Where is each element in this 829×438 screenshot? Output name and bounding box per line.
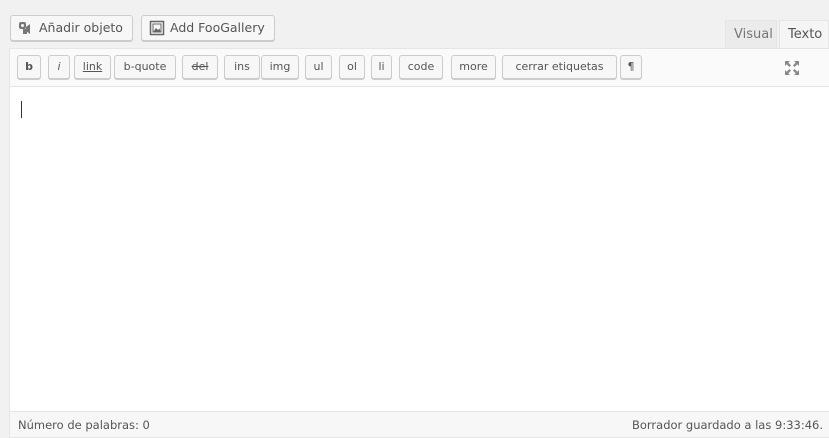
tab-visual[interactable]: Visual xyxy=(725,20,777,49)
status-bar: Número de palabras: 0 Borrador guardado … xyxy=(10,411,829,437)
quicktag-close-tags-button[interactable]: cerrar etiquetas xyxy=(502,55,617,79)
quicktags-toolbar: b i link b-quote del ins img ul ol li co… xyxy=(10,49,829,87)
editor-container: b i link b-quote del ins img ul ol li co… xyxy=(9,48,829,438)
quicktag-img-button[interactable]: img xyxy=(261,55,299,79)
add-media-button[interactable]: Añadir objeto xyxy=(10,15,133,41)
text-caret xyxy=(21,101,22,118)
quicktag-italic-button[interactable]: i xyxy=(48,55,70,79)
quicktag-ol-button[interactable]: ol xyxy=(339,55,365,79)
gallery-icon xyxy=(149,20,165,36)
tab-text[interactable]: Texto xyxy=(779,20,829,49)
quicktag-del-button[interactable]: del xyxy=(182,55,218,79)
quicktag-code-button[interactable]: code xyxy=(399,55,443,79)
content-textarea[interactable] xyxy=(10,87,829,413)
quicktag-bquote-button[interactable]: b-quote xyxy=(114,55,176,79)
quicktag-bold-button[interactable]: b xyxy=(17,55,41,79)
media-icon xyxy=(18,20,34,36)
quicktag-ins-button[interactable]: ins xyxy=(224,55,260,79)
add-foogallery-button[interactable]: Add FooGallery xyxy=(141,15,275,41)
add-foogallery-label: Add FooGallery xyxy=(170,20,265,35)
add-media-label: Añadir objeto xyxy=(39,20,123,35)
quicktag-link-button[interactable]: link xyxy=(74,55,111,79)
quicktag-li-button[interactable]: li xyxy=(371,55,392,79)
fullscreen-icon[interactable] xyxy=(784,60,800,76)
post-editor: Añadir objeto Add FooGallery Visual Text… xyxy=(0,0,829,438)
word-count: Número de palabras: 0 xyxy=(18,418,150,432)
quicktag-ul-button[interactable]: ul xyxy=(305,55,332,79)
quicktag-paragraph-button[interactable]: ¶ xyxy=(620,55,642,79)
draft-status: Borrador guardado a las 9:33:46. xyxy=(631,418,823,432)
quicktag-more-button[interactable]: more xyxy=(451,55,496,79)
